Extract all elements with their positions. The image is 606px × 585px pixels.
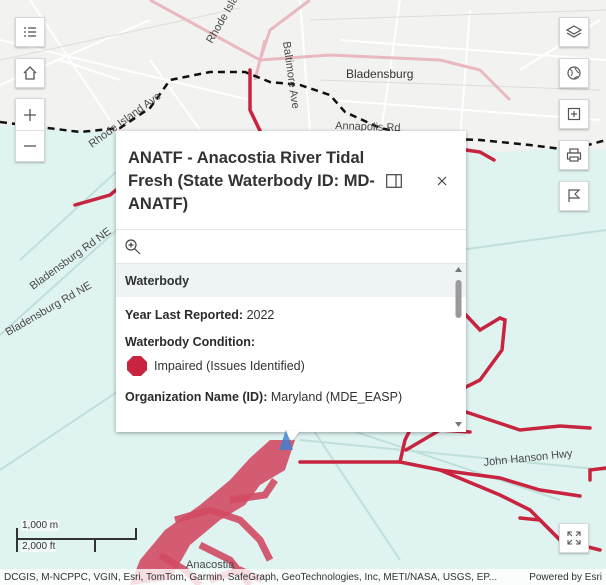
layers-icon — [566, 25, 582, 38]
selection-marker — [279, 430, 293, 450]
expand-button[interactable] — [559, 99, 589, 129]
home-icon — [23, 66, 37, 80]
home-button[interactable] — [15, 58, 45, 88]
fullscreen-icon — [567, 531, 581, 545]
attribution-sources[interactable]: DCGIS, M-NCPPC, VGIN, Esri, TomTom, Garm… — [4, 572, 497, 583]
printer-icon — [566, 148, 582, 162]
close-icon — [437, 176, 447, 186]
organization-value: Maryland (MDE_EASP) — [270, 390, 403, 404]
legend-button[interactable] — [15, 17, 45, 47]
print-button[interactable] — [559, 140, 589, 170]
road-label: Bladensburg Rd NE — [4, 280, 94, 339]
condition-value-row: Impaired (Issues Identified) — [116, 355, 466, 377]
zoom-in-button[interactable] — [16, 99, 44, 130]
popup-scrollbar[interactable] — [454, 267, 463, 427]
legend-list-icon — [24, 27, 36, 37]
basemap-button[interactable] — [559, 58, 589, 88]
scalebar-imperial: 2,000 ft — [21, 541, 57, 552]
fullscreen-button[interactable] — [559, 523, 589, 553]
popup-actions — [116, 229, 466, 262]
minus-icon — [24, 145, 36, 147]
impaired-octagon-icon — [127, 356, 147, 376]
road-label: Bladensburg Rd NE — [28, 226, 114, 293]
attribution-bar: DCGIS, M-NCPPC, VGIN, Esri, TomTom, Garm… — [0, 569, 606, 585]
organization-field: Organization Name (ID): Maryland (MDE_EA… — [116, 390, 466, 404]
organization-label: Organization Name (ID): — [125, 390, 268, 404]
condition-value: Impaired (Issues Identified) — [154, 359, 305, 373]
expand-icon — [567, 107, 581, 121]
dock-button[interactable] — [384, 171, 404, 191]
bookmark-icon — [568, 189, 581, 202]
place-label-bladensburg: Bladensburg — [346, 67, 413, 81]
zoom-to-button[interactable] — [124, 238, 142, 256]
plus-icon — [24, 108, 36, 121]
popup-title: ANATF - Anacostia River Tidal Fresh (Sta… — [128, 149, 375, 213]
year-label: Year Last Reported: — [125, 308, 244, 322]
condition-field: Waterbody Condition: — [116, 335, 466, 349]
section-heading: Waterbody — [116, 263, 466, 297]
close-button[interactable] — [432, 171, 452, 191]
zoom-control — [15, 98, 45, 162]
attribution-powered[interactable]: Powered by Esri — [529, 572, 602, 583]
globe-icon — [567, 66, 581, 80]
layers-button[interactable] — [559, 17, 589, 47]
bookmark-button[interactable] — [559, 181, 589, 211]
year-field: Year Last Reported: 2022 — [116, 308, 466, 322]
popup-header: ANATF - Anacostia River Tidal Fresh (Sta… — [116, 131, 466, 229]
scalebar: 1,000 m 2,000 ft — [16, 518, 138, 554]
feature-popup: ANATF - Anacostia River Tidal Fresh (Sta… — [116, 131, 466, 432]
scalebar-metric: 1,000 m — [21, 520, 60, 531]
zoom-to-icon — [125, 239, 141, 255]
popup-content: Waterbody Year Last Reported: 2022 Water… — [116, 263, 466, 431]
dock-icon — [386, 174, 402, 188]
zoom-out-button[interactable] — [16, 130, 44, 161]
condition-label: Waterbody Condition: — [125, 335, 256, 349]
year-value: 2022 — [246, 308, 275, 322]
